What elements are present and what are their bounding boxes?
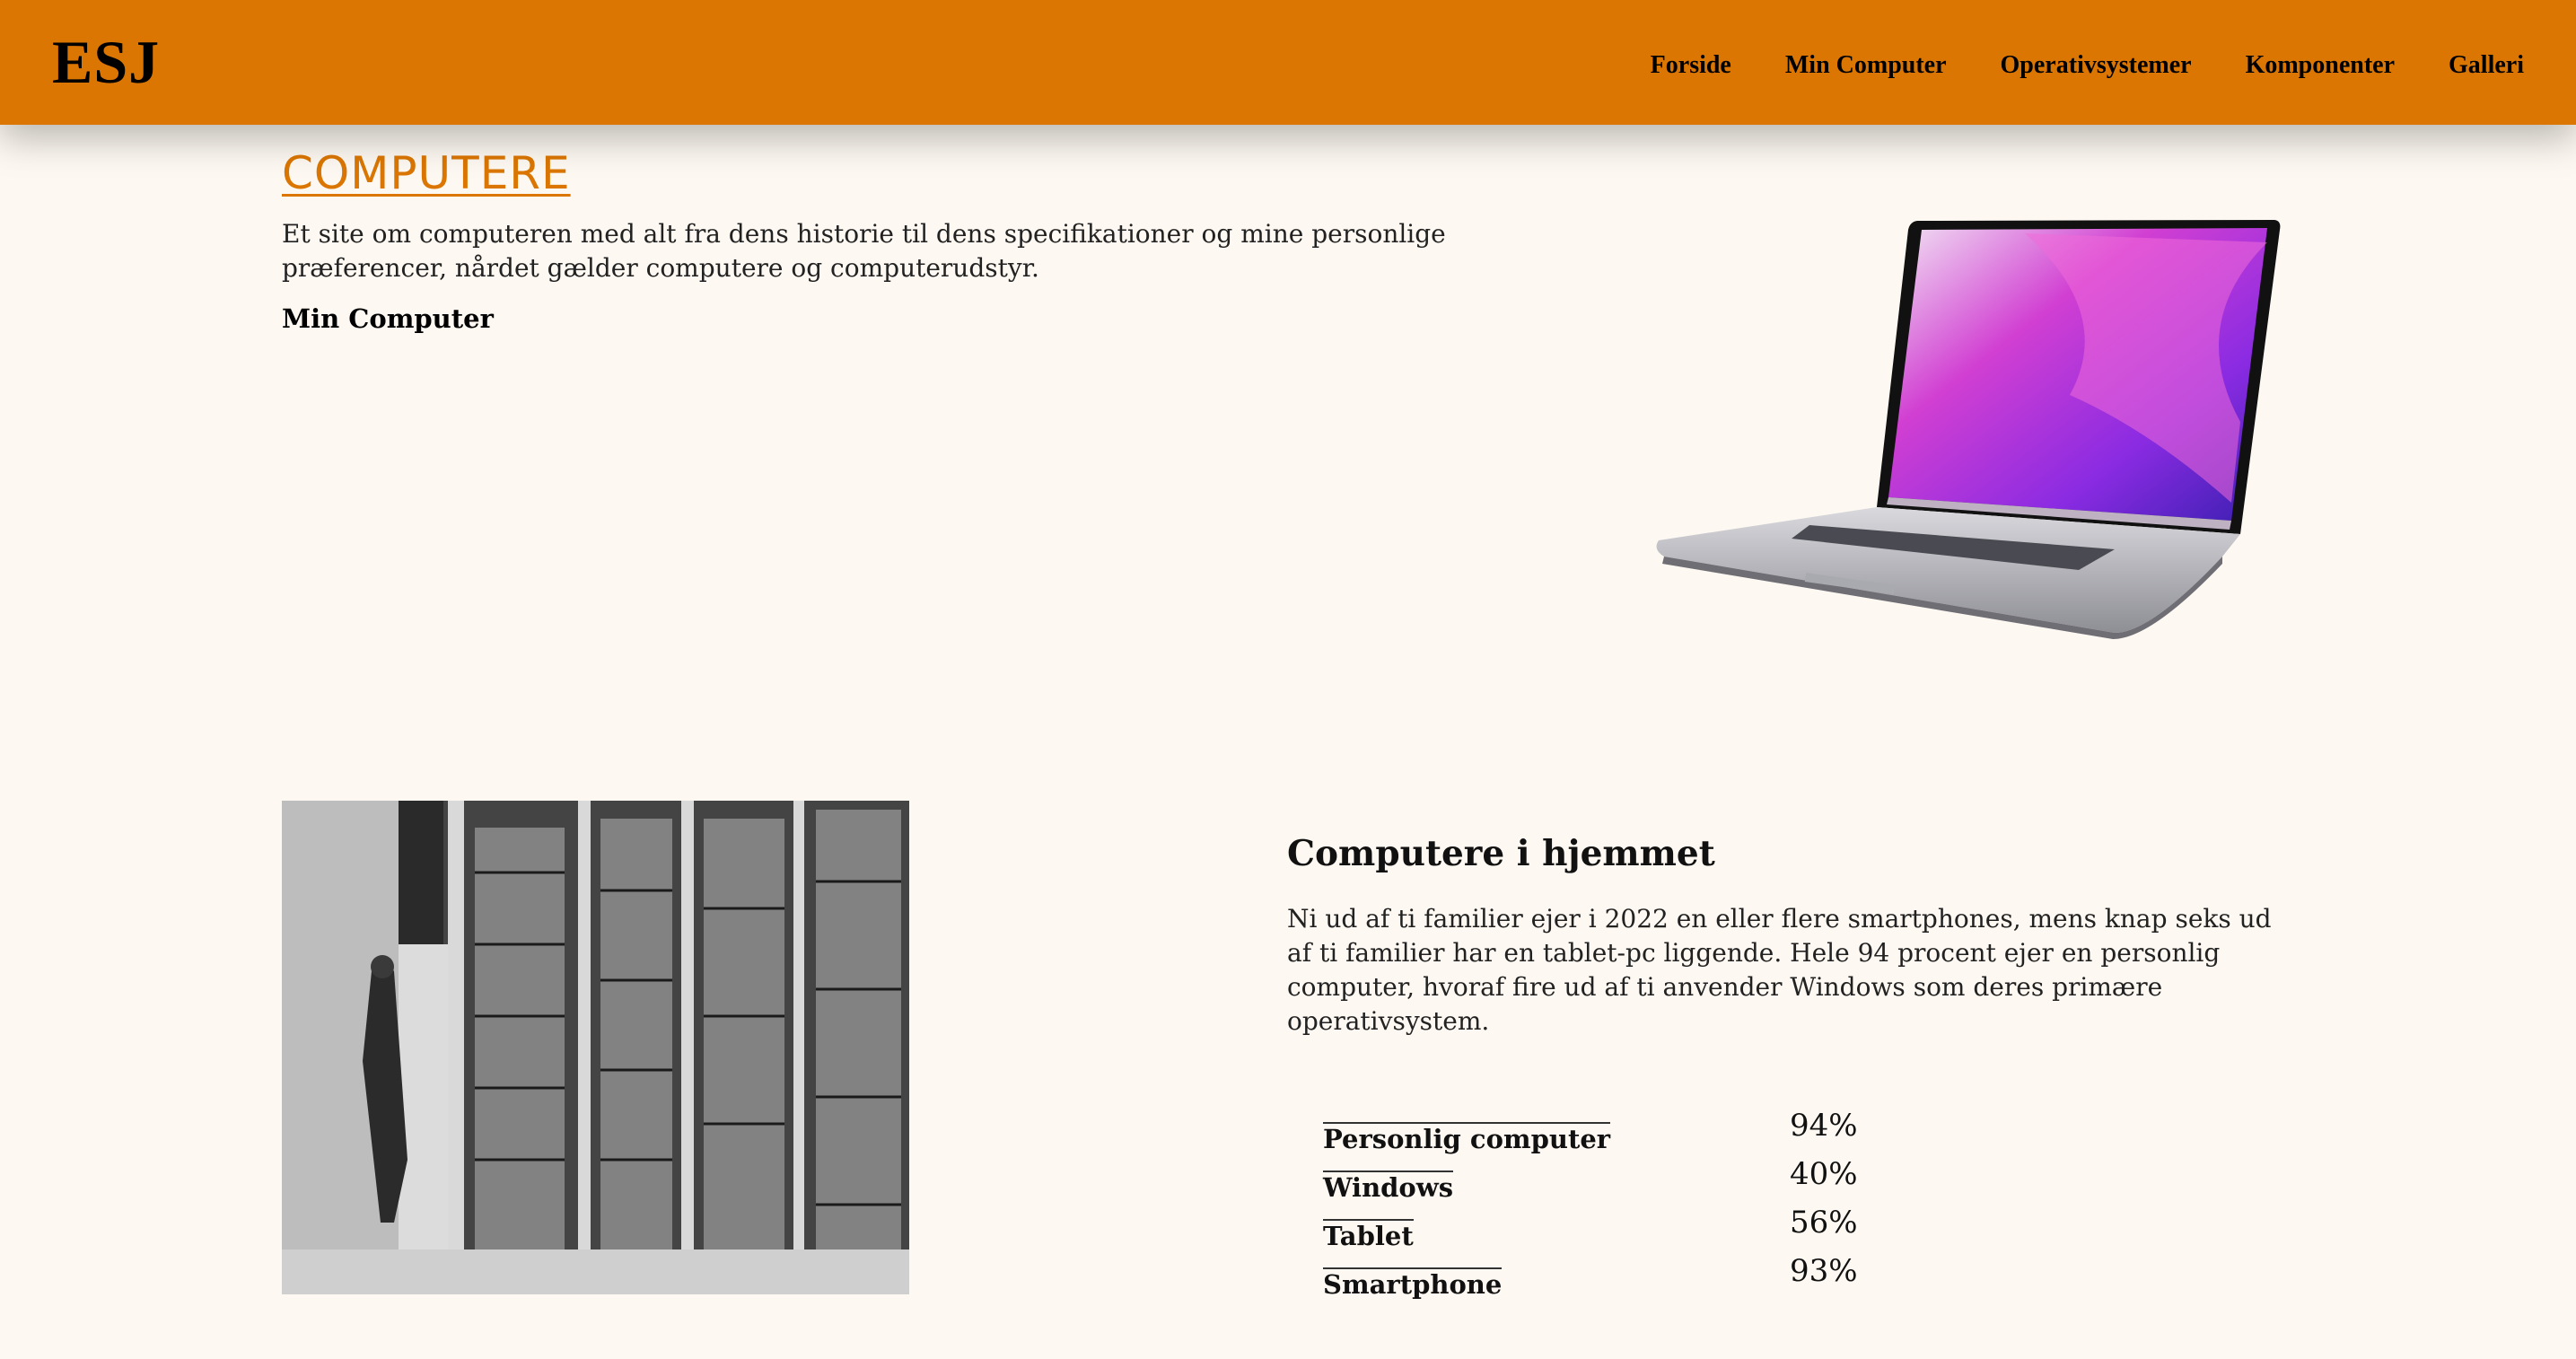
nav-forside[interactable]: Forside bbox=[1651, 51, 1731, 80]
stat-label: Smartphone bbox=[1323, 1267, 1503, 1300]
stat-value: 40% bbox=[1790, 1156, 1858, 1192]
stat-row: Tablet 56% bbox=[1323, 1203, 1951, 1251]
stat-row: Personlig computer 94% bbox=[1323, 1106, 1951, 1154]
section-text: Ni ud af ti familier ejer i 2022 en elle… bbox=[1287, 904, 2272, 1036]
stat-label: Tablet bbox=[1323, 1219, 1414, 1251]
site-header: ESJ Forside Min Computer Operativsysteme… bbox=[0, 0, 2576, 125]
laptop-image bbox=[1656, 220, 2281, 639]
hero-title-link[interactable]: COMPUTERE bbox=[282, 147, 571, 199]
stat-row: Smartphone 93% bbox=[1323, 1251, 1951, 1300]
stat-label: Personlig computer bbox=[1323, 1122, 1611, 1154]
section-title: Computere i hjemmet bbox=[1287, 833, 1715, 874]
site-logo[interactable]: ESJ bbox=[52, 27, 160, 98]
stat-row: Windows 40% bbox=[1323, 1154, 1951, 1203]
hero-description: Et site om computeren med alt fra dens h… bbox=[282, 219, 1446, 283]
stat-label: Windows bbox=[1323, 1170, 1454, 1203]
stats-table: Personlig computer 94% Windows 40% Table… bbox=[1323, 1106, 1951, 1300]
stat-value: 93% bbox=[1790, 1253, 1858, 1289]
nav-galleri[interactable]: Galleri bbox=[2449, 51, 2524, 80]
stat-value: 94% bbox=[1790, 1108, 1858, 1144]
historic-computer-photo bbox=[282, 801, 909, 1294]
min-computer-link[interactable]: Min Computer bbox=[282, 303, 494, 334]
stat-value: 56% bbox=[1790, 1205, 1858, 1241]
nav-operativsystemer[interactable]: Operativsystemer bbox=[2001, 51, 2192, 80]
main-nav: Forside Min Computer Operativsystemer Ko… bbox=[1651, 51, 2524, 80]
nav-komponenter[interactable]: Komponenter bbox=[2246, 51, 2395, 80]
nav-min-computer[interactable]: Min Computer bbox=[1785, 51, 1947, 80]
